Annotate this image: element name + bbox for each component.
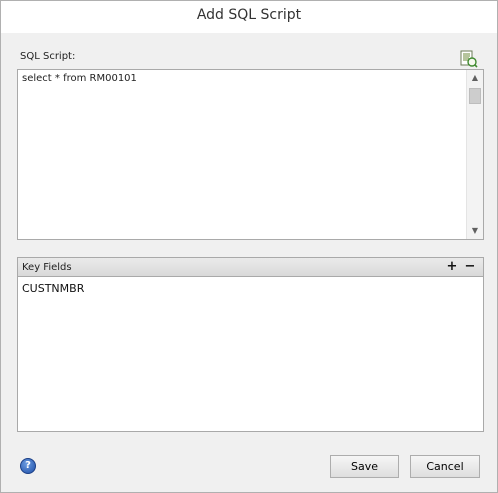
remove-key-field-button[interactable]: − <box>462 259 478 275</box>
key-field-item[interactable]: CUSTNMBR <box>22 282 84 295</box>
add-sql-script-dialog: Add SQL Script SQL Script: select * from… <box>0 0 498 493</box>
key-fields-header: Key Fields + − <box>18 258 483 277</box>
window-title: Add SQL Script <box>196 7 302 23</box>
scroll-up-arrow-icon[interactable]: ▲ <box>467 70 483 86</box>
sql-script-text[interactable]: select * from RM00101 <box>22 73 137 84</box>
dialog-body: SQL Script: select * from RM00101 ▲ ▼ Ke… <box>8 33 490 487</box>
scroll-thumb[interactable] <box>469 88 481 104</box>
sql-script-label: SQL Script: <box>20 51 76 62</box>
cancel-button[interactable]: Cancel <box>410 455 480 478</box>
key-fields-panel: Key Fields + − CUSTNMBR <box>17 257 484 432</box>
key-fields-label: Key Fields <box>22 262 72 273</box>
add-key-field-button[interactable]: + <box>444 259 460 275</box>
help-icon[interactable]: ? <box>20 458 36 474</box>
title-bar: Add SQL Script <box>1 1 497 33</box>
sql-edit-icon[interactable] <box>460 50 478 68</box>
sql-script-scrollbar[interactable]: ▲ ▼ <box>466 70 483 239</box>
sql-script-editor[interactable]: select * from RM00101 ▲ ▼ <box>17 69 484 240</box>
scroll-down-arrow-icon[interactable]: ▼ <box>467 223 483 239</box>
save-button[interactable]: Save <box>330 455 399 478</box>
